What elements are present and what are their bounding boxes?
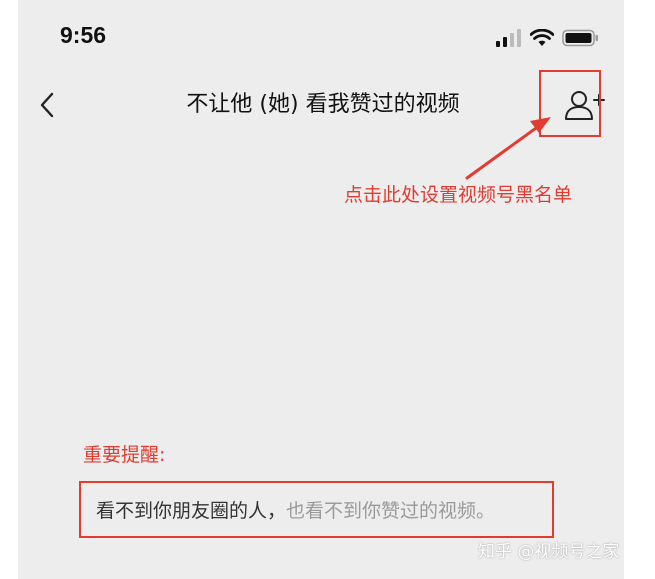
reminder-box: 看不到你朋友圈的人， 也看不到你赞过的视频。: [79, 481, 554, 538]
chevron-left-icon: [40, 92, 54, 118]
watermark: 知乎 @视频号之家: [478, 542, 620, 562]
battery-icon: [562, 29, 598, 47]
page-title: 不让他 (她) 看我赞过的视频: [186, 92, 460, 117]
status-time: 9:56: [60, 22, 107, 48]
wifi-icon: [530, 29, 554, 46]
highlight-box-add-user: [539, 70, 601, 137]
annotation-text: 点击此处设置视频号黑名单: [344, 184, 573, 206]
cellular-signal-icon: [496, 29, 521, 47]
back-button[interactable]: [32, 88, 66, 122]
reminder-label: 重要提醒:: [83, 444, 166, 466]
status-icons: [496, 26, 600, 50]
reminder-text-primary: 看不到你朋友圈的人，: [96, 500, 287, 522]
reminder-text-secondary: 也看不到你赞过的视频。: [286, 500, 496, 522]
